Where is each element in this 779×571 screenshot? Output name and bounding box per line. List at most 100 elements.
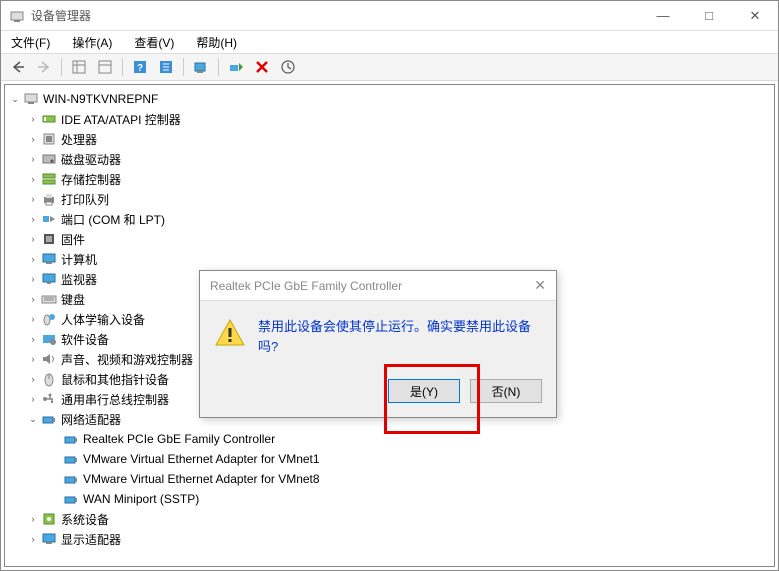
menubar: 文件(F) 操作(A) 查看(V) 帮助(H) [1, 31, 778, 53]
expand-icon[interactable]: › [27, 133, 39, 145]
toolbar-separator [218, 58, 219, 76]
device-category-icon [41, 391, 57, 407]
tree-category[interactable]: › 打印队列 [5, 189, 774, 209]
properties-button[interactable] [94, 56, 116, 78]
expand-icon[interactable]: › [27, 333, 39, 345]
computer-icon [23, 91, 39, 107]
tree-category[interactable]: ›端口 (COM 和 LPT) [5, 209, 774, 229]
no-button[interactable]: 否(N) [470, 379, 542, 403]
scan-hardware-button[interactable] [190, 56, 212, 78]
expand-icon[interactable]: › [27, 153, 39, 165]
tree-category[interactable]: › 计算机 [5, 249, 774, 269]
dialog-close-button[interactable]: ✕ [534, 277, 546, 294]
minimize-button[interactable]: — [640, 1, 686, 31]
toolbar-separator [183, 58, 184, 76]
tree-device-label: VMware Virtual Ethernet Adapter for VMne… [83, 452, 320, 466]
device-category-icon [41, 271, 57, 287]
network-adapter-icon [63, 491, 79, 507]
tree-category-label: 存储控制器 [61, 171, 121, 188]
tree-device-label: WAN Miniport (SSTP) [83, 492, 199, 506]
toolbar: ? [1, 53, 778, 81]
dialog-titlebar: Realtek PCIe GbE Family Controller ✕ [200, 271, 556, 301]
uninstall-device-button[interactable] [251, 56, 273, 78]
menu-help[interactable]: 帮助(H) [192, 32, 241, 53]
expand-icon[interactable]: › [27, 213, 39, 225]
device-category-icon [41, 291, 57, 307]
device-category-icon [41, 371, 57, 387]
tree-device[interactable]: VMware Virtual Ethernet Adapter for VMne… [5, 469, 774, 489]
expand-icon[interactable]: › [27, 173, 39, 185]
tree-category-label: 显示适配器 [61, 531, 121, 548]
app-icon [9, 8, 25, 24]
update-driver-button[interactable] [277, 56, 299, 78]
device-category-icon [41, 311, 57, 327]
expand-icon[interactable]: › [27, 373, 39, 385]
enable-device-button[interactable] [225, 56, 247, 78]
tree-category[interactable]: › 固件 [5, 229, 774, 249]
tree-category[interactable]: › 系统设备 [5, 509, 774, 529]
tree-device[interactable]: VMware Virtual Ethernet Adapter for VMne… [5, 449, 774, 469]
tree-category-label: 处理器 [61, 131, 97, 148]
show-hide-tree-button[interactable] [68, 56, 90, 78]
expand-icon[interactable]: › [27, 513, 39, 525]
expand-icon[interactable]: › [27, 193, 39, 205]
maximize-button[interactable]: □ [686, 1, 732, 31]
tree-device-label: VMware Virtual Ethernet Adapter for VMne… [83, 472, 320, 486]
tree-category[interactable]: › 显示适配器 [5, 529, 774, 549]
network-adapter-icon [63, 471, 79, 487]
menu-view[interactable]: 查看(V) [130, 32, 178, 53]
device-category-icon [41, 511, 57, 527]
network-adapter-icon [63, 431, 79, 447]
tree-category-label: 固件 [61, 231, 85, 248]
tree-category-label: 打印队列 [61, 191, 109, 208]
device-category-icon [41, 251, 57, 267]
back-button[interactable] [7, 56, 29, 78]
expand-icon[interactable]: › [27, 353, 39, 365]
device-category-icon [41, 231, 57, 247]
tree-device[interactable]: WAN Miniport (SSTP) [5, 489, 774, 509]
device-category-icon [41, 151, 57, 167]
warning-icon [214, 317, 246, 349]
tree-category[interactable]: › 存储控制器 [5, 169, 774, 189]
help-button[interactable]: ? [129, 56, 151, 78]
expand-icon[interactable]: › [27, 313, 39, 325]
device-category-icon [41, 351, 57, 367]
menu-file[interactable]: 文件(F) [7, 32, 54, 53]
collapse-icon[interactable]: ⌄ [9, 93, 21, 105]
expand-icon[interactable]: › [27, 273, 39, 285]
tree-category-label: 通用串行总线控制器 [61, 391, 169, 408]
menu-action[interactable]: 操作(A) [68, 32, 116, 53]
expand-icon[interactable]: › [27, 253, 39, 265]
network-adapter-icon [41, 411, 57, 427]
device-category-icon [41, 211, 57, 227]
tree-category[interactable]: ›磁盘驱动器 [5, 149, 774, 169]
tree-category-label: 监视器 [61, 271, 97, 288]
dialog-body: 禁用此设备会使其停止运行。确实要禁用此设备吗? [200, 301, 556, 379]
expand-icon[interactable]: › [27, 533, 39, 545]
tree-device[interactable]: Realtek PCIe GbE Family Controller [5, 429, 774, 449]
svg-text:?: ? [137, 63, 143, 74]
action-button[interactable] [155, 56, 177, 78]
collapse-icon[interactable]: ⌄ [27, 413, 39, 425]
device-category-icon [41, 171, 57, 187]
forward-button[interactable] [33, 56, 55, 78]
expand-icon[interactable]: › [27, 293, 39, 305]
titlebar: 设备管理器 — □ ✕ [1, 1, 778, 31]
expand-icon[interactable]: › [27, 393, 39, 405]
confirm-dialog: Realtek PCIe GbE Family Controller ✕ 禁用此… [199, 270, 557, 418]
tree-category[interactable]: › 处理器 [5, 129, 774, 149]
tree-category-label: 网络适配器 [61, 411, 121, 428]
toolbar-separator [122, 58, 123, 76]
close-button[interactable]: ✕ [732, 1, 778, 31]
expand-icon[interactable]: › [27, 113, 39, 125]
tree-category-label: 计算机 [61, 251, 97, 268]
tree-root[interactable]: ⌄ WIN-N9TKVNREPNF [5, 89, 774, 109]
tree-category[interactable]: › IDE ATA/ATAPI 控制器 [5, 109, 774, 129]
toolbar-separator [61, 58, 62, 76]
expand-icon[interactable]: › [27, 233, 39, 245]
device-category-icon [41, 131, 57, 147]
tree-category-label: IDE ATA/ATAPI 控制器 [61, 111, 181, 128]
yes-button[interactable]: 是(Y) [388, 379, 460, 403]
tree-category-label: 系统设备 [61, 511, 109, 528]
device-category-icon [41, 331, 57, 347]
